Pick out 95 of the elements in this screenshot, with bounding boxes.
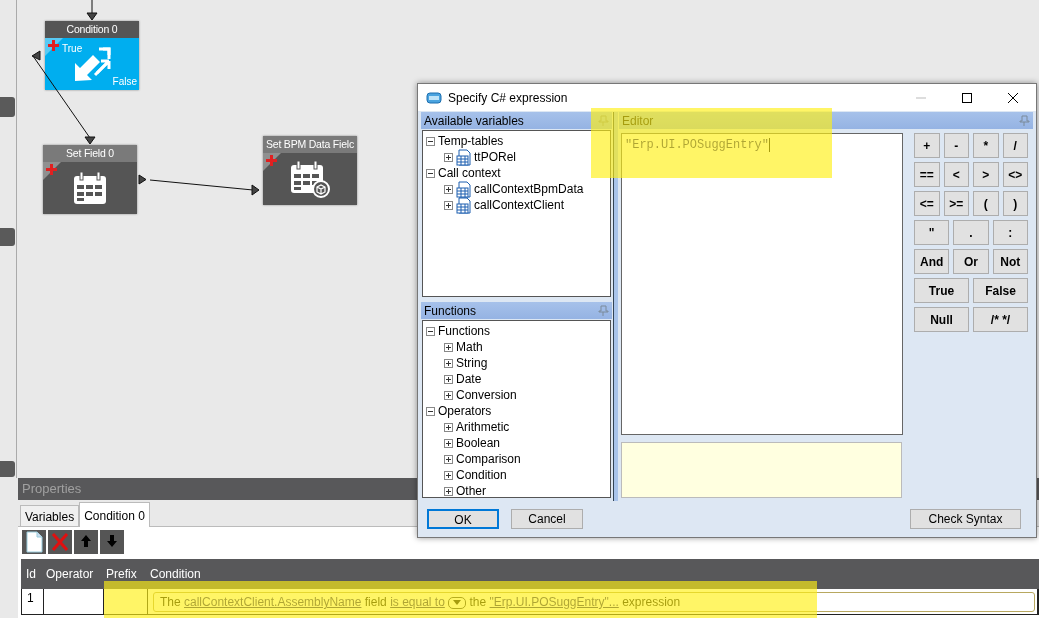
table-cell: 1 [22, 589, 44, 614]
text-cursor [769, 137, 771, 152]
column-header[interactable]: Prefix [106, 567, 137, 581]
move-down-button[interactable] [100, 530, 124, 554]
editor-text: "Erp.UI.POSuggEntry" [625, 138, 770, 152]
operator-button[interactable]: > [973, 162, 999, 187]
operator-button[interactable]: ) [1002, 191, 1028, 216]
operator-button[interactable]: ( [973, 191, 999, 216]
tree-item[interactable]: String [456, 354, 488, 372]
true-label: True [62, 42, 83, 56]
tree-item[interactable]: Temp-tables [438, 132, 504, 150]
splitter[interactable] [613, 112, 618, 501]
expand-icon[interactable] [444, 152, 453, 162]
tree-item[interactable]: Date [456, 370, 482, 388]
tree-item[interactable]: Math [456, 338, 483, 356]
tree-item[interactable]: Call context [438, 164, 501, 182]
tree-item[interactable]: Conversion [456, 386, 517, 404]
column-header[interactable]: Id [26, 567, 36, 581]
operator-button[interactable]: <> [1002, 162, 1028, 187]
column-header[interactable]: Condition [150, 567, 201, 581]
node-title: Condition 0 [45, 21, 139, 38]
collapse-icon[interactable] [426, 326, 435, 336]
operator-button[interactable]: <= [914, 191, 940, 216]
expand-icon[interactable] [444, 486, 453, 496]
tree-item[interactable]: Arithmetic [456, 418, 510, 436]
tree-item[interactable]: ttPORel [474, 148, 516, 166]
tab[interactable]: Variables [20, 505, 80, 526]
false-label: False [112, 75, 137, 89]
expand-icon[interactable] [444, 358, 453, 368]
calendar-icon [72, 170, 108, 206]
window-title: Specify C# expression [448, 89, 568, 107]
tree-item[interactable]: Functions [438, 322, 491, 340]
new-button[interactable] [22, 530, 46, 554]
move-up-button[interactable] [74, 530, 98, 554]
check-syntax-button[interactable]: Check Syntax [910, 509, 1021, 529]
expand-icon[interactable] [444, 342, 453, 352]
table-icon [456, 180, 471, 198]
tree-item[interactable]: Other [456, 482, 486, 500]
operator-button[interactable]: + [914, 133, 940, 158]
expand-icon[interactable] [444, 438, 453, 448]
tree-item[interactable]: Boolean [456, 434, 501, 452]
operator-button[interactable]: : [992, 220, 1028, 245]
operator-button[interactable]: Null [914, 307, 969, 332]
dialog-button[interactable]: Cancel [511, 509, 583, 529]
operator-button[interactable]: - [943, 133, 969, 158]
caret-icon [451, 599, 464, 607]
node-body[interactable] [263, 153, 357, 205]
close-icon [50, 531, 70, 553]
node-title: Set Field 0 [43, 145, 137, 162]
panel-title: Available variables [424, 112, 524, 130]
port-icon[interactable] [31, 50, 41, 61]
new-document-icon [24, 531, 44, 553]
collapse-icon[interactable] [426, 406, 435, 416]
panel-title: Functions [424, 302, 477, 320]
connector-arrow [86, 0, 98, 21]
calendar-cube-icon [289, 159, 331, 199]
operator-button[interactable]: False [973, 278, 1028, 303]
operator-button[interactable]: >= [943, 191, 969, 216]
operator-button[interactable]: < [943, 162, 969, 187]
table-icon [456, 148, 471, 166]
table-icon [456, 196, 471, 214]
tree-item[interactable]: Operators [438, 402, 492, 420]
expand-icon[interactable] [444, 470, 453, 480]
dialog-button[interactable]: OK [427, 509, 499, 529]
tab[interactable]: Condition 0 [79, 502, 150, 527]
expand-icon[interactable] [444, 422, 453, 432]
tree-item[interactable]: callContextClient [474, 196, 565, 214]
operator-button[interactable]: " [914, 220, 950, 245]
operator-button[interactable]: / [1002, 133, 1028, 158]
expand-icon[interactable] [444, 184, 453, 194]
maximize-icon [962, 92, 972, 103]
operator-button[interactable]: And [914, 249, 950, 274]
expand-icon[interactable] [444, 200, 453, 210]
condition-sentence: The callContextClient.AssemblyName field is equal to the "Erp.UI.POSuggEntry"... expression [153, 592, 1035, 612]
operator-button[interactable]: == [914, 162, 940, 187]
node-body[interactable] [43, 162, 137, 214]
collapse-icon[interactable] [426, 168, 435, 178]
operator-button[interactable]: True [914, 278, 969, 303]
expand-icon[interactable] [444, 374, 453, 384]
column-header[interactable]: Operator [46, 567, 94, 581]
node-title: Set BPM Data Fielc [263, 136, 357, 153]
expand-icon[interactable] [444, 390, 453, 400]
operator-button[interactable]: . [953, 220, 989, 245]
add-icon[interactable] [48, 40, 59, 51]
operator-button[interactable]: * [973, 133, 999, 158]
window-icon [426, 90, 442, 105]
tree-item[interactable]: Comparison [456, 450, 521, 468]
operator-button[interactable]: Not [992, 249, 1028, 274]
close-icon [1008, 92, 1018, 103]
operator-button[interactable]: /* */ [973, 307, 1028, 332]
operator-button[interactable]: Or [953, 249, 989, 274]
panel-title: Editor [622, 112, 654, 130]
collapse-icon[interactable] [426, 136, 435, 146]
tree-item[interactable]: callContextBpmData [474, 180, 584, 198]
expand-icon[interactable] [444, 454, 453, 464]
